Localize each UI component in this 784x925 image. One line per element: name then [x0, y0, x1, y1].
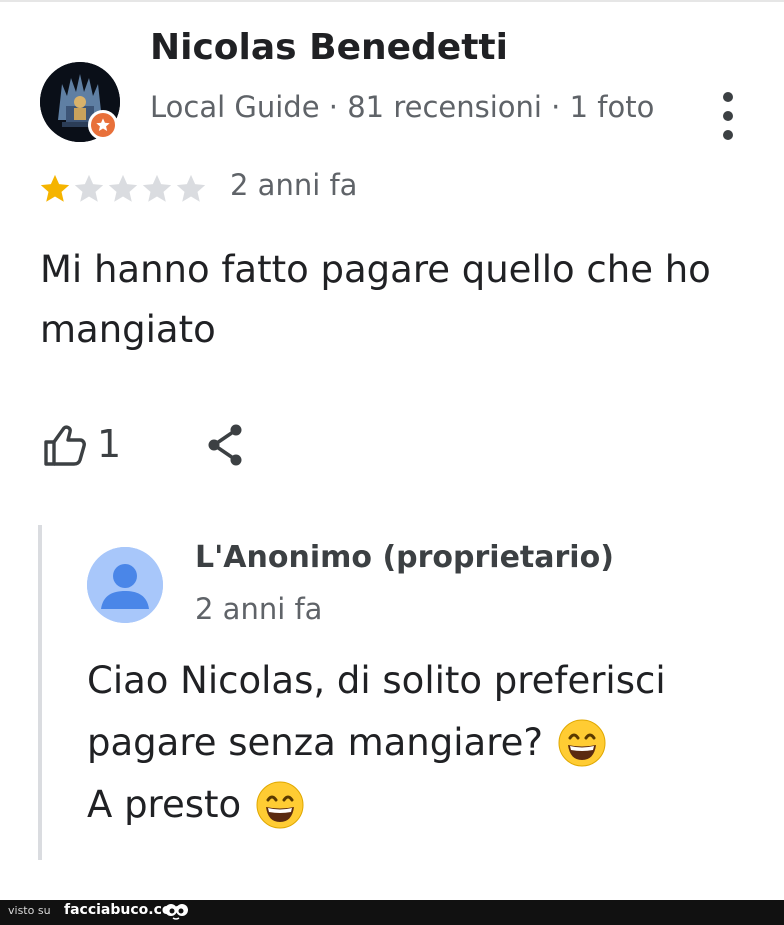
reply-line-text: pagare senza mangiare?	[87, 721, 543, 764]
top-divider	[0, 0, 784, 2]
eyes-logo-icon	[165, 904, 188, 920]
author-name[interactable]: Nicolas Benedetti	[150, 27, 508, 68]
star-icon	[108, 174, 138, 202]
review-time: 2 anni fa	[230, 168, 358, 202]
reply-line-text: Ciao Nicolas, di solito preferisci	[87, 659, 666, 702]
review-text: Mi hanno fatto pagare quello che ho mang…	[40, 248, 711, 351]
grinning-face-emoji-icon	[558, 719, 606, 767]
owner-avatar[interactable]	[87, 547, 163, 623]
local-guide-badge-icon	[88, 110, 118, 140]
more-dot	[723, 111, 733, 121]
reply-line: pagare senza mangiare?	[87, 712, 757, 774]
star-icon	[40, 174, 70, 202]
owner-reply-time: 2 anni fa	[195, 592, 323, 626]
watermark-footer: visto su facciabuco.com	[0, 900, 784, 925]
thumbs-up-icon[interactable]	[40, 420, 90, 470]
more-dot	[723, 92, 733, 102]
share-icon[interactable]	[200, 420, 250, 470]
owner-name: L'Anonimo (proprietario)	[195, 540, 614, 575]
reply-line: Ciao Nicolas, di solito preferisci	[87, 650, 757, 712]
like-count: 1	[97, 422, 122, 466]
grinning-face-emoji-icon	[256, 781, 304, 829]
more-dot	[723, 130, 733, 140]
star-icon	[74, 174, 104, 202]
owner-reply-text: Ciao Nicolas, di solito preferisci pagar…	[87, 650, 757, 836]
reply-line: A presto	[87, 774, 757, 836]
person-icon	[87, 547, 163, 623]
star-icon	[176, 174, 206, 202]
author-meta: Local Guide · 81 recensioni · 1 foto	[150, 90, 655, 124]
reply-indent-bar	[38, 525, 42, 860]
reply-line-text: A presto	[87, 783, 242, 826]
star-rating	[38, 172, 208, 206]
footer-visto-su: visto su	[8, 904, 51, 917]
more-options-icon[interactable]	[715, 92, 741, 140]
star-icon	[142, 174, 172, 202]
